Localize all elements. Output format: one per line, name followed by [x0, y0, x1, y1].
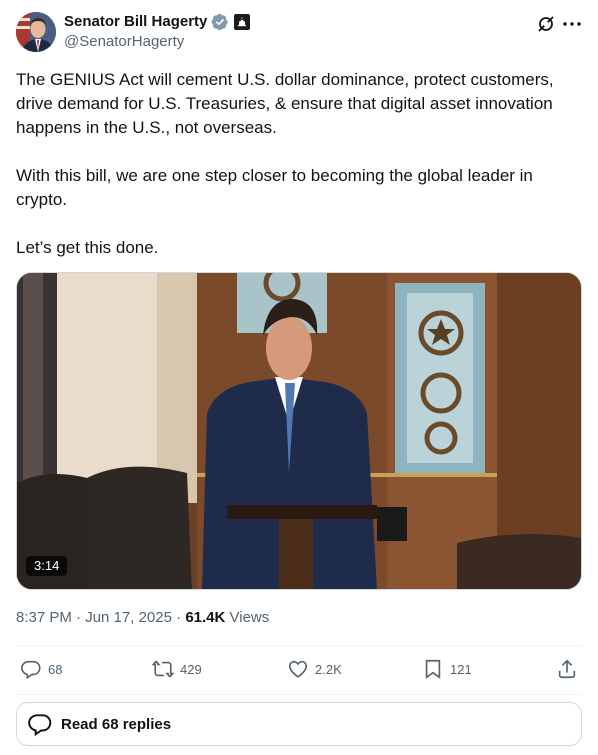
repost-button[interactable]: 429 — [152, 658, 202, 680]
repost-count: 429 — [180, 661, 202, 677]
bookmark-button[interactable]: 121 — [422, 658, 472, 680]
government-badge-icon[interactable] — [234, 14, 251, 30]
read-replies-label: Read 68 replies — [61, 715, 172, 733]
tweet-time[interactable]: 8:37 PM — [16, 609, 72, 626]
ellipsis-glyph — [563, 22, 581, 26]
heart-icon — [288, 660, 308, 678]
capitol-icon — [238, 17, 247, 27]
views-label: Views — [225, 609, 270, 626]
divider — [16, 694, 582, 695]
reply-button[interactable]: 68 — [20, 658, 62, 680]
avatar-image — [16, 12, 56, 52]
conversation-icon — [28, 714, 52, 737]
video-duration: 3:14 — [26, 556, 68, 576]
avatar[interactable] — [16, 12, 56, 52]
repost-icon — [152, 660, 174, 678]
tweet-header: Senator Bill Hagerty @SenatorHagerty — [16, 12, 582, 56]
author-handle[interactable]: @SenatorHagerty — [64, 32, 250, 52]
tweet-paragraph: Let’s get this done. — [16, 238, 159, 257]
share-icon — [558, 659, 576, 679]
display-name-row: Senator Bill Hagerty — [64, 12, 251, 32]
tweet-meta: 8:37 PM · Jun 17, 2025 · 61.4K Views — [16, 608, 269, 628]
meta-separator: · — [71, 609, 86, 626]
like-count: 2.2K — [315, 661, 342, 677]
video-player[interactable]: 3:14 — [16, 272, 582, 590]
bookmark-icon — [425, 659, 441, 679]
grok-glyph — [538, 16, 554, 32]
grok-icon[interactable] — [536, 14, 556, 34]
reply-icon — [21, 660, 41, 680]
tweet-text: The GENIUS Act will cement U.S. dollar d… — [16, 68, 582, 260]
verified-badge-icon[interactable] — [211, 13, 229, 31]
display-name[interactable]: Senator Bill Hagerty — [64, 12, 207, 32]
tweet-paragraph: The GENIUS Act will cement U.S. dollar d… — [16, 70, 554, 137]
bookmark-count: 121 — [450, 661, 472, 677]
views-count[interactable]: 61.4K — [185, 609, 225, 626]
meta-separator: · — [171, 609, 186, 626]
reply-count: 68 — [48, 661, 63, 677]
tweet-date[interactable]: Jun 17, 2025 — [85, 609, 172, 626]
author-names: Senator Bill Hagerty @SenatorHagerty — [64, 12, 251, 52]
like-button[interactable]: 2.2K — [287, 658, 342, 680]
more-options-icon[interactable] — [562, 14, 582, 34]
action-bar: 68 429 2.2K 121 — [16, 646, 582, 694]
tweet-paragraph: With this bill, we are one step closer t… — [16, 166, 533, 209]
read-replies-button[interactable]: Read 68 replies — [16, 702, 582, 746]
share-button[interactable] — [556, 658, 578, 680]
video-thumbnail — [17, 273, 581, 589]
